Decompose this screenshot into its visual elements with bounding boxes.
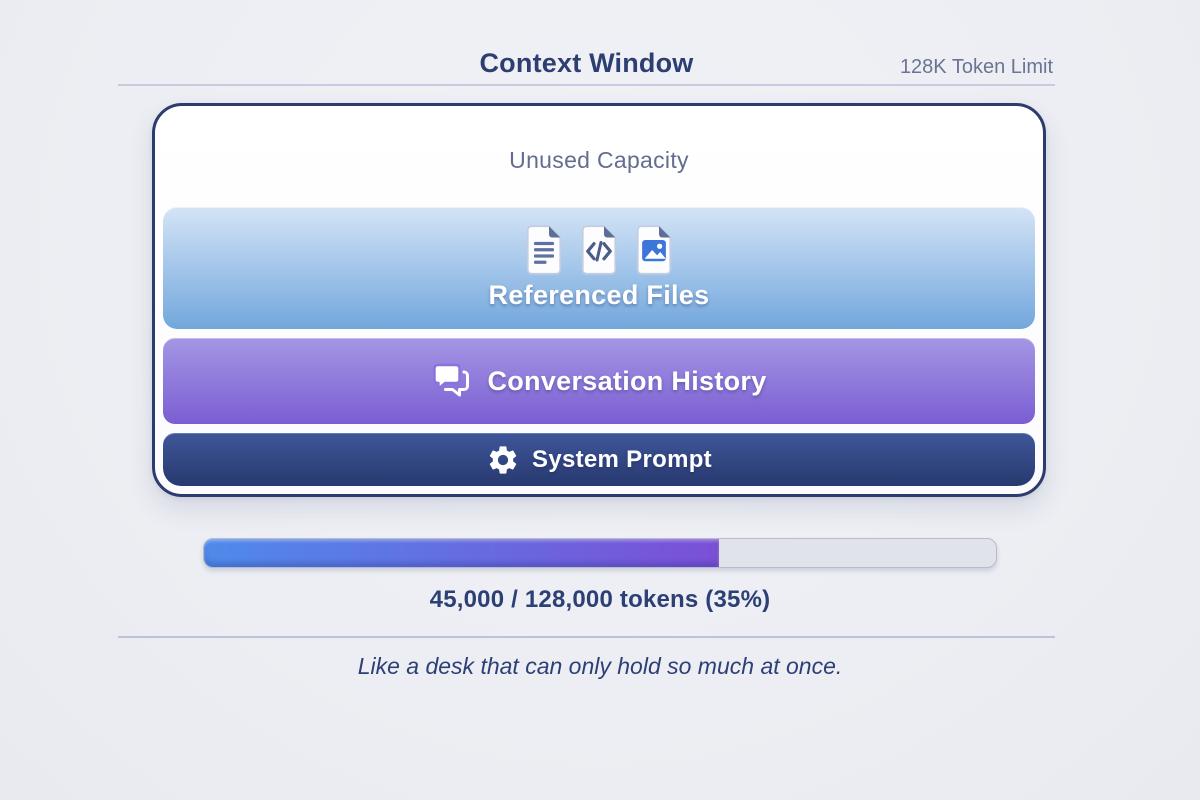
- conversation-history-label: Conversation History: [487, 366, 766, 397]
- section-system-prompt: System Prompt: [163, 433, 1035, 486]
- file-icons-row: [524, 225, 674, 275]
- header: Context Window 128K Token Limit: [118, 44, 1055, 86]
- chat-bubbles-icon: [431, 362, 473, 400]
- usage-bar-fill: [204, 539, 719, 567]
- section-referenced-files: Referenced Files: [163, 207, 1035, 329]
- gear-icon: [486, 443, 520, 477]
- image-file-icon: [634, 225, 674, 275]
- analogy-caption: Like a desk that can only hold so much a…: [0, 653, 1200, 680]
- context-window-box: Unused Capacity: [152, 103, 1046, 497]
- unused-capacity-label: Unused Capacity: [509, 147, 689, 174]
- token-usage-bar: [203, 538, 997, 568]
- referenced-files-label: Referenced Files: [489, 280, 710, 311]
- section-conversation-history: Conversation History: [163, 338, 1035, 424]
- token-usage-label: 45,000 / 128,000 tokens (35%): [0, 586, 1200, 614]
- code-file-icon: [579, 225, 619, 275]
- system-prompt-label: System Prompt: [532, 446, 712, 474]
- footer-divider: [118, 636, 1055, 638]
- text-file-icon: [524, 225, 564, 275]
- token-limit-label: 128K Token Limit: [900, 56, 1053, 79]
- unused-capacity-area: Unused Capacity: [163, 114, 1035, 207]
